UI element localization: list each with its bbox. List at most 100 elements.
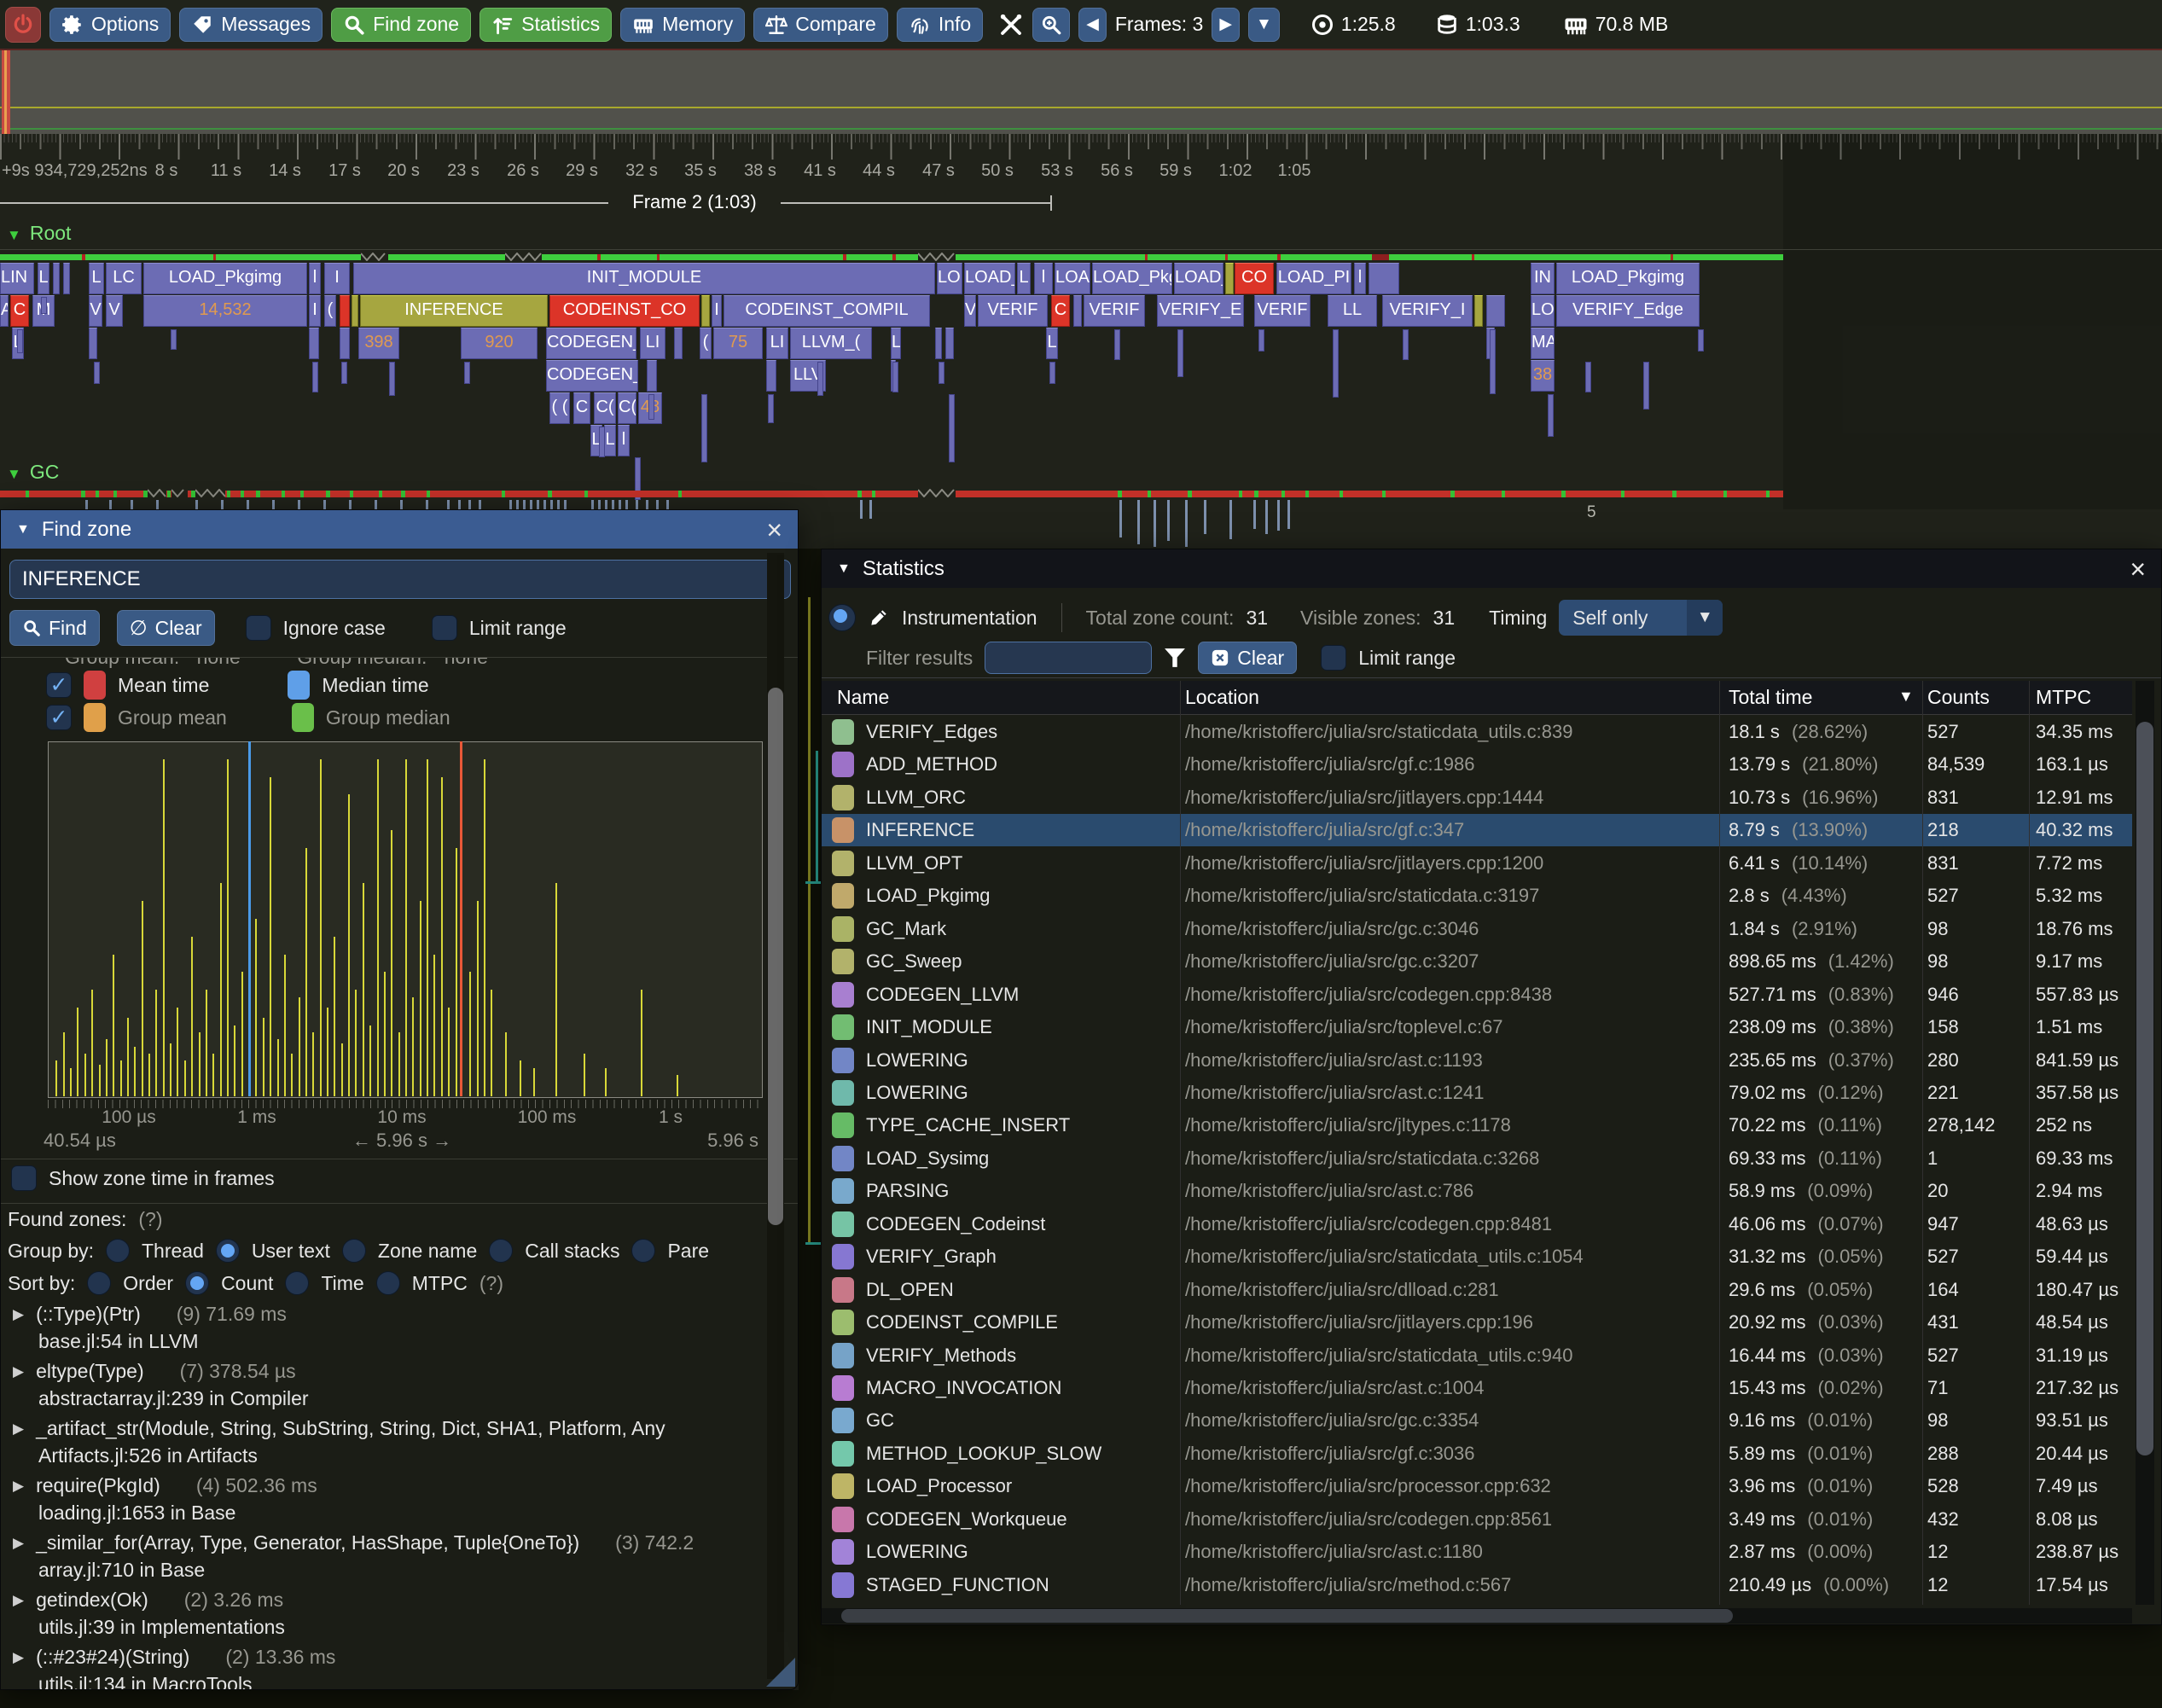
timing-dropdown[interactable]: Self only ▼ xyxy=(1559,600,1723,636)
gc-event-tick[interactable] xyxy=(1287,500,1290,529)
group-by-radio-zone-name[interactable] xyxy=(342,1239,366,1263)
stats-table-row[interactable]: GC_Sweep/home/kristofferc/julia/src/gc.c… xyxy=(822,945,2132,978)
stats-table-row[interactable]: GC/home/kristofferc/julia/src/gc.c:33549… xyxy=(822,1404,2132,1437)
timeline-zone[interactable] xyxy=(701,295,710,327)
gc-section-header[interactable]: ▼GC xyxy=(7,461,59,484)
stats-scrollbar-thumb[interactable] xyxy=(2136,722,2153,1455)
column-header-mtpc[interactable]: MTPC xyxy=(2036,686,2091,709)
timeline-zone[interactable]: I xyxy=(309,295,321,327)
found-zone-entry[interactable]: ▶getindex(Ok)(2) 3.26 ms xyxy=(13,1589,764,1612)
timeline-zone[interactable]: I xyxy=(712,295,722,327)
timeline-zone[interactable]: LOAD_Pkgi xyxy=(1092,263,1172,294)
timeline-zone[interactable] xyxy=(1474,295,1483,327)
timeline-zone[interactable]: MA xyxy=(1531,328,1555,359)
stats-table-row[interactable]: LLVM_ORC/home/kristofferc/julia/src/jitl… xyxy=(822,781,2132,814)
timeline-zone[interactable]: L xyxy=(891,328,901,359)
timeline-zone[interactable]: C( xyxy=(618,392,636,424)
statistics-titlebar[interactable]: ▼ Statistics × xyxy=(822,549,2161,588)
stats-table-row[interactable]: LOWERING/home/kristofferc/julia/src/ast.… xyxy=(822,1536,2132,1568)
fz-scrollbar-thumb[interactable] xyxy=(768,688,783,1225)
timeline-zone[interactable]: VERIFY_I xyxy=(1382,295,1473,327)
timeline-zone[interactable]: LL xyxy=(1328,295,1377,327)
stats-table-row[interactable]: LOAD_Sysimg/home/kristofferc/julia/src/s… xyxy=(822,1142,2132,1175)
timeline-zone[interactable]: LOAD_PI xyxy=(1276,263,1351,294)
stats-clear-button[interactable]: Clear xyxy=(1198,642,1297,674)
root-frame-bar[interactable] xyxy=(0,254,1783,260)
timeline-zone[interactable]: CODEINST_COMPIL xyxy=(724,295,930,327)
group-by-radio-user-text[interactable] xyxy=(216,1239,240,1263)
timeline-zone[interactable]: LLVM_( xyxy=(790,328,872,359)
sort-by-radio-count[interactable] xyxy=(185,1271,209,1295)
timeline-zone[interactable]: LIN L xyxy=(0,263,34,294)
timeline-zone[interactable]: V( xyxy=(964,295,976,327)
statistics-button[interactable]: Statistics xyxy=(479,8,612,42)
stats-table-row[interactable]: MACRO_INVOCATION/home/kristofferc/julia/… xyxy=(822,1372,2132,1404)
gc-event-tick[interactable] xyxy=(1265,500,1268,534)
timeline-zone[interactable]: LOAD_Pkgimg xyxy=(1556,263,1700,294)
messages-button[interactable]: Messages xyxy=(179,8,323,42)
instrumentation-radio[interactable] xyxy=(828,604,856,631)
timeline-zone[interactable]: CODEINST_CO xyxy=(549,295,700,327)
stats-table-row[interactable]: METHOD_LOOKUP_SLOW/home/kristofferc/juli… xyxy=(822,1438,2132,1470)
timeline-zone[interactable]: CO xyxy=(1235,263,1274,294)
timeline-zone[interactable]: INFERENCE xyxy=(360,295,548,327)
timeline-zone[interactable]: CODEGEN_L xyxy=(546,360,638,392)
timeline-zone[interactable]: L xyxy=(38,263,49,294)
timeline-zone[interactable]: ( ( xyxy=(549,392,570,424)
tools-icon[interactable] xyxy=(998,12,1024,38)
timeline-zone[interactable]: V xyxy=(106,295,123,327)
stats-table-row[interactable]: LOWERING/home/kristofferc/julia/src/ast.… xyxy=(822,1044,2132,1077)
zone-time-histogram[interactable] xyxy=(48,741,763,1098)
timeline-zone[interactable]: 38 xyxy=(1531,360,1555,392)
compare-button[interactable]: Compare xyxy=(753,8,888,42)
timeline-zone[interactable]: VERIF xyxy=(1254,295,1311,327)
found-zone-entry[interactable]: ▶require(PkgId)(4) 502.36 ms xyxy=(13,1474,764,1497)
gc-event-tick[interactable] xyxy=(1154,500,1156,547)
found-zone-entry[interactable]: ▶(::Type)(Ptr)(9) 71.69 ms xyxy=(13,1303,764,1326)
timeline-zone[interactable] xyxy=(89,328,97,359)
stats-table-row[interactable]: CODEINST_COMPILE/home/kristofferc/julia/… xyxy=(822,1306,2132,1339)
timeline-zone[interactable] xyxy=(1073,295,1082,327)
timeline-zone[interactable] xyxy=(340,328,350,359)
gc-event-tick[interactable] xyxy=(1167,500,1170,541)
timeline-zone[interactable]: l xyxy=(618,425,630,456)
timeline-zone[interactable]: IN xyxy=(1531,263,1555,294)
timeline-zone[interactable]: C( xyxy=(594,392,616,424)
timeline-zone[interactable]: ( xyxy=(324,295,336,327)
next-frame-button[interactable]: ▶ xyxy=(1212,8,1240,42)
zoom-button[interactable] xyxy=(1032,8,1070,42)
help-icon[interactable]: (?) xyxy=(138,1208,162,1231)
stats-table-row[interactable]: VERIFY_Graph/home/kristofferc/julia/src/… xyxy=(822,1240,2132,1273)
timeline-zone[interactable]: LOAD_IN xyxy=(964,263,1015,294)
timeline-zone[interactable]: 14,532 xyxy=(143,295,307,327)
funnel-icon[interactable] xyxy=(1164,648,1186,668)
sort-by-radio-order[interactable] xyxy=(87,1271,111,1295)
prev-frame-button[interactable]: ◀ xyxy=(1078,8,1107,42)
mean-time-checkbox[interactable]: ✓ xyxy=(46,672,72,698)
timeline-zone[interactable]: LOAD_ xyxy=(1055,263,1090,294)
timeline-zone[interactable] xyxy=(309,328,319,359)
stats-table-row[interactable]: INFERENCE/home/kristofferc/julia/src/gf.… xyxy=(822,814,2132,846)
timeline-zone[interactable]: LI xyxy=(640,328,665,359)
timeline-zone[interactable]: l xyxy=(1354,263,1366,294)
close-icon[interactable]: × xyxy=(766,516,782,543)
timeline-zone[interactable]: V xyxy=(89,295,102,327)
root-section-header[interactable]: ▼Root xyxy=(7,222,71,245)
timeline-zone[interactable] xyxy=(766,360,776,392)
memory-button[interactable]: Memory xyxy=(620,8,745,42)
gc-event-tick[interactable] xyxy=(1229,500,1232,539)
gc-event-tick[interactable] xyxy=(1277,500,1280,531)
window-resize-grip[interactable] xyxy=(766,1658,795,1687)
timeline-zone[interactable] xyxy=(340,295,350,327)
timeline-zone[interactable]: LO xyxy=(1531,295,1555,327)
sort-by-radio-mtpc[interactable] xyxy=(376,1271,400,1295)
timeline-zone[interactable] xyxy=(935,328,942,359)
group-by-radio-call-stacks[interactable] xyxy=(489,1239,513,1263)
gc-activity-bar[interactable] xyxy=(0,491,1783,497)
found-zone-entry[interactable]: ▶_similar_for(Array, Type, Generator, Ha… xyxy=(13,1531,764,1554)
gc-event-tick[interactable] xyxy=(1185,500,1188,547)
timeline-zone[interactable]: A xyxy=(0,295,9,327)
gc-event-tick[interactable] xyxy=(1204,500,1206,534)
filter-input[interactable] xyxy=(985,642,1152,674)
column-header-name[interactable]: Name xyxy=(837,686,889,709)
